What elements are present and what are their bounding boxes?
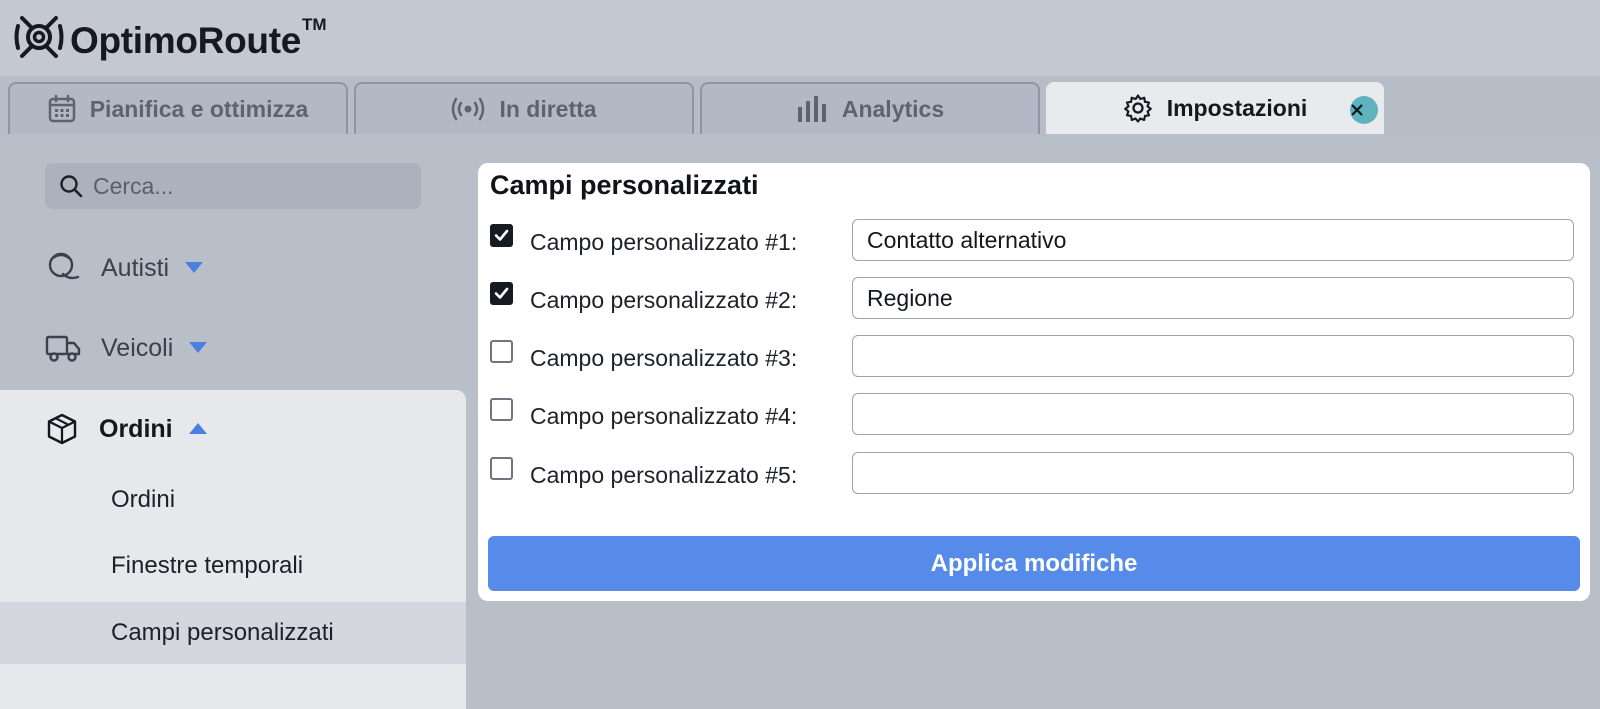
field-1-checkbox[interactable] bbox=[490, 224, 513, 247]
trademark-mark: TM bbox=[302, 15, 327, 34]
sub-item-finestre-temporali[interactable]: Finestre temporali bbox=[111, 552, 303, 580]
logo-icon bbox=[14, 16, 64, 58]
tab-pianifica[interactable]: Pianifica e ottimizza bbox=[8, 82, 348, 134]
sub-item-ordini[interactable]: Ordini bbox=[111, 486, 175, 514]
bar-chart-icon bbox=[797, 96, 826, 122]
field-1-input[interactable] bbox=[852, 219, 1574, 261]
sidebar-item-autisti[interactable]: Autisti bbox=[45, 250, 204, 286]
field-5-input[interactable] bbox=[852, 452, 1574, 494]
sidebar-item-veicoli[interactable]: Veicoli bbox=[45, 332, 208, 364]
field-4-checkbox[interactable] bbox=[490, 398, 513, 421]
checkmark-icon bbox=[494, 229, 509, 241]
caret-down-icon bbox=[185, 262, 204, 273]
sidebar-item-label: Autisti bbox=[101, 253, 170, 282]
field-3-label: Campo personalizzato #3: bbox=[530, 345, 798, 371]
box-icon bbox=[47, 413, 77, 445]
truck-icon bbox=[45, 335, 81, 362]
field-2-checkbox[interactable] bbox=[490, 282, 513, 305]
field-3-checkbox[interactable] bbox=[490, 340, 513, 363]
driver-icon bbox=[48, 252, 80, 280]
caret-up-icon bbox=[188, 423, 207, 434]
close-icon bbox=[1351, 104, 1363, 116]
brand-logo[interactable]: OptimoRoute TM bbox=[14, 12, 327, 62]
close-tab-button[interactable] bbox=[1350, 96, 1378, 124]
custom-fields-panel: Campi personalizzati Campo personalizzat… bbox=[478, 163, 1590, 601]
field-3-input[interactable] bbox=[852, 335, 1574, 377]
calendar-icon bbox=[48, 94, 75, 123]
checkmark-icon bbox=[494, 287, 509, 299]
custom-field-row: Campo personalizzato #1: bbox=[490, 219, 1580, 261]
search-icon bbox=[60, 175, 83, 198]
field-1-label: Campo personalizzato #1: bbox=[530, 229, 798, 255]
custom-field-row: Campo personalizzato #4: bbox=[490, 393, 1580, 435]
tab-in-diretta[interactable]: In diretta bbox=[354, 82, 694, 134]
brand-name: OptimoRoute bbox=[70, 20, 302, 61]
tab-analytics[interactable]: Analytics bbox=[700, 82, 1040, 134]
app-header: OptimoRoute TM bbox=[0, 0, 1600, 76]
tab-impostazioni[interactable]: Impostazioni bbox=[1046, 82, 1384, 134]
sidebar: Autisti Veicoli Ordini Ordini Finestre t… bbox=[0, 134, 466, 709]
sidebar-item-label: Ordini bbox=[99, 414, 173, 443]
sub-item-campi-personalizzati[interactable]: Campi personalizzati bbox=[111, 619, 334, 647]
page-title: Campi personalizzati bbox=[490, 170, 759, 200]
field-4-input[interactable] bbox=[852, 393, 1574, 435]
tab-label: Analytics bbox=[841, 95, 945, 122]
field-4-label: Campo personalizzato #4: bbox=[530, 403, 798, 429]
tab-label: In diretta bbox=[499, 95, 597, 122]
sidebar-item-label: Veicoli bbox=[101, 333, 174, 362]
custom-field-row: Campo personalizzato #2: bbox=[490, 277, 1580, 319]
broadcast-icon bbox=[452, 97, 485, 121]
custom-field-row: Campo personalizzato #3: bbox=[490, 335, 1580, 377]
gear-icon bbox=[1123, 94, 1152, 123]
field-2-label: Campo personalizzato #2: bbox=[530, 287, 798, 313]
apply-changes-button[interactable]: Applica modifiche bbox=[488, 536, 1580, 591]
field-5-checkbox[interactable] bbox=[490, 457, 513, 480]
custom-field-row: Campo personalizzato #5: bbox=[490, 452, 1580, 494]
tab-label: Impostazioni bbox=[1166, 94, 1308, 121]
field-2-input[interactable] bbox=[852, 277, 1574, 319]
tab-label: Pianifica e ottimizza bbox=[89, 95, 309, 122]
search-box[interactable] bbox=[45, 163, 421, 209]
caret-down-icon bbox=[189, 342, 208, 353]
sidebar-item-ordini[interactable]: Ordini bbox=[45, 412, 207, 446]
field-5-label: Campo personalizzato #5: bbox=[530, 462, 798, 488]
search-input[interactable] bbox=[91, 171, 395, 201]
orders-section: Ordini Ordini Finestre temporali Campi p… bbox=[0, 390, 466, 709]
